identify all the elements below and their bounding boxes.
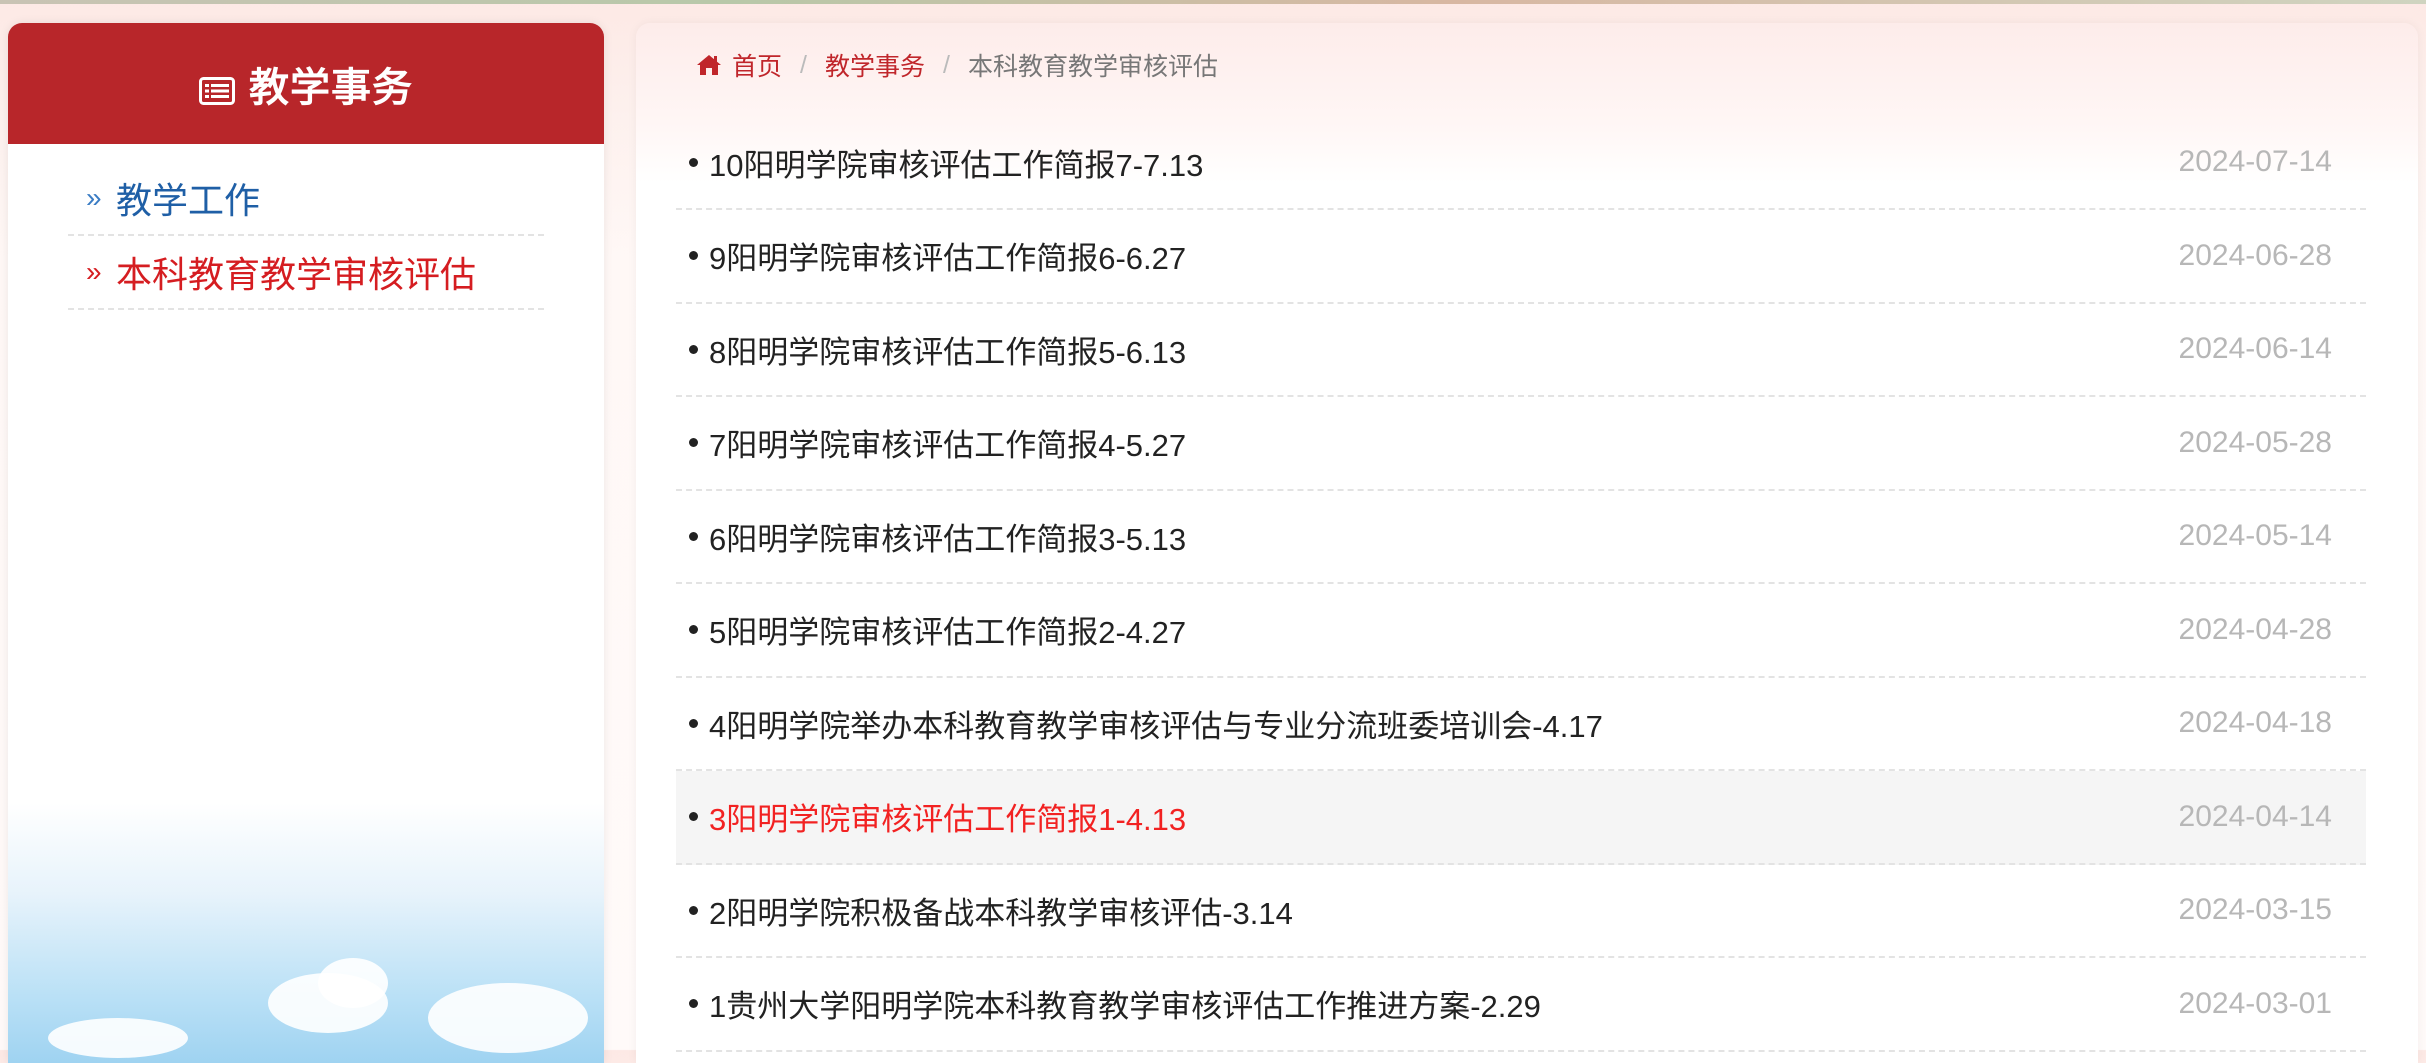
news-date: 2024-07-14 bbox=[2178, 145, 2332, 179]
bullet-dot-icon bbox=[689, 344, 698, 354]
news-list-item[interactable]: 1贵州大学阳明学院本科教育教学审核评估工作推进方案-2.29 2024-03-0… bbox=[676, 958, 2366, 1052]
news-list-item[interactable]: 5阳明学院审核评估工作简报2-4.27 2024-04-28 bbox=[676, 584, 2366, 678]
bullet-dot-icon bbox=[689, 157, 698, 167]
news-date: 2024-04-28 bbox=[2178, 612, 2332, 646]
breadcrumb-separator: / bbox=[800, 50, 807, 79]
news-list-item[interactable]: 7阳明学院审核评估工作简报4-5.27 2024-05-28 bbox=[676, 397, 2366, 491]
news-date: 2024-05-14 bbox=[2178, 519, 2332, 553]
news-title-link[interactable]: 9阳明学院审核评估工作简报6-6.27 bbox=[709, 233, 1186, 278]
sidebar-nav: » 教学工作 » 本科教育教学审核评估 bbox=[68, 162, 544, 310]
news-title-link[interactable]: 1贵州大学阳明学院本科教育教学审核评估工作推进方案-2.29 bbox=[709, 981, 1541, 1026]
news-title-link[interactable]: 2阳明学院积极备战本科教学审核评估-3.14 bbox=[709, 888, 1293, 933]
list-alt-icon bbox=[199, 70, 235, 105]
bullet-dot-icon bbox=[689, 812, 698, 822]
sidebar-sky-decoration bbox=[8, 803, 604, 1063]
news-title-link[interactable]: 8阳明学院审核评估工作简报5-6.13 bbox=[709, 327, 1186, 372]
breadcrumb-home-link[interactable]: 首页 bbox=[732, 47, 782, 83]
double-chevron-right-icon: » bbox=[86, 182, 102, 213]
top-banner-strip bbox=[0, 0, 2426, 4]
bullet-dot-icon bbox=[689, 251, 698, 261]
double-chevron-right-icon: » bbox=[86, 256, 102, 287]
breadcrumb: 首页 / 教学事务 / 本科教育教学审核评估 bbox=[696, 45, 1218, 85]
news-date: 2024-04-18 bbox=[2178, 706, 2332, 740]
news-title-link[interactable]: 10阳明学院审核评估工作简报7-7.13 bbox=[709, 140, 1203, 185]
breadcrumb-section-link[interactable]: 教学事务 bbox=[825, 47, 925, 83]
main-content: 首页 / 教学事务 / 本科教育教学审核评估 10阳明学院审核评估工作简报7-7… bbox=[636, 23, 2418, 1063]
sidebar-item-undergraduate-audit[interactable]: » 本科教育教学审核评估 bbox=[68, 236, 544, 310]
sidebar-title: 教学事务 bbox=[249, 65, 413, 110]
breadcrumb-separator: / bbox=[942, 50, 950, 79]
news-date: 2024-03-15 bbox=[2178, 893, 2332, 927]
sidebar-item-label: 本科教育教学审核评估 bbox=[116, 254, 477, 295]
news-list: 10阳明学院审核评估工作简报7-7.13 2024-07-14 9阳明学院审核评… bbox=[676, 117, 2366, 1052]
news-list-item[interactable]: 8阳明学院审核评估工作简报5-6.13 2024-06-14 bbox=[676, 304, 2366, 397]
news-title-link[interactable]: 4阳明学院举办本科教育教学审核评估与专业分流班委培训会-4.17 bbox=[709, 701, 1603, 746]
news-list-item[interactable]: 2阳明学院积极备战本科教学审核评估-3.14 2024-03-15 bbox=[676, 865, 2366, 958]
news-date: 2024-05-28 bbox=[2178, 425, 2332, 459]
bullet-dot-icon bbox=[689, 531, 698, 541]
news-list-item[interactable]: 9阳明学院审核评估工作简报6-6.27 2024-06-28 bbox=[676, 210, 2366, 304]
news-title-link[interactable]: 6阳明学院审核评估工作简报3-5.13 bbox=[709, 514, 1186, 559]
sidebar-header: 教学事务 bbox=[8, 23, 604, 144]
sidebar: 教学事务 » 教学工作 » 本科教育教学审核评估 bbox=[8, 23, 604, 1063]
breadcrumb-current: 本科教育教学审核评估 bbox=[967, 53, 1218, 81]
sidebar-item-teaching-work[interactable]: » 教学工作 bbox=[68, 162, 544, 236]
home-icon[interactable] bbox=[696, 53, 722, 77]
news-list-item-hovered[interactable]: 3阳明学院审核评估工作简报1-4.13 2024-04-14 bbox=[676, 771, 2366, 865]
news-date: 2024-03-01 bbox=[2178, 986, 2332, 1020]
news-date: 2024-06-28 bbox=[2178, 238, 2332, 272]
bullet-dot-icon bbox=[689, 625, 698, 635]
bullet-dot-icon bbox=[689, 438, 698, 448]
bullet-dot-icon bbox=[689, 905, 698, 915]
news-date: 2024-04-14 bbox=[2178, 799, 2332, 833]
news-list-item[interactable]: 10阳明学院审核评估工作简报7-7.13 2024-07-14 bbox=[676, 117, 2366, 210]
news-title-link[interactable]: 7阳明学院审核评估工作简报4-5.27 bbox=[709, 420, 1186, 465]
news-list-item[interactable]: 6阳明学院审核评估工作简报3-5.13 2024-05-14 bbox=[676, 491, 2366, 584]
news-list-item[interactable]: 4阳明学院举办本科教育教学审核评估与专业分流班委培训会-4.17 2024-04… bbox=[676, 678, 2366, 771]
news-title-link[interactable]: 5阳明学院审核评估工作简报2-4.27 bbox=[709, 607, 1186, 652]
bullet-dot-icon bbox=[689, 718, 698, 728]
bullet-dot-icon bbox=[689, 999, 698, 1009]
news-date: 2024-06-14 bbox=[2178, 332, 2332, 366]
news-title-link[interactable]: 3阳明学院审核评估工作简报1-4.13 bbox=[709, 794, 1186, 839]
sidebar-item-label: 教学工作 bbox=[116, 180, 261, 221]
